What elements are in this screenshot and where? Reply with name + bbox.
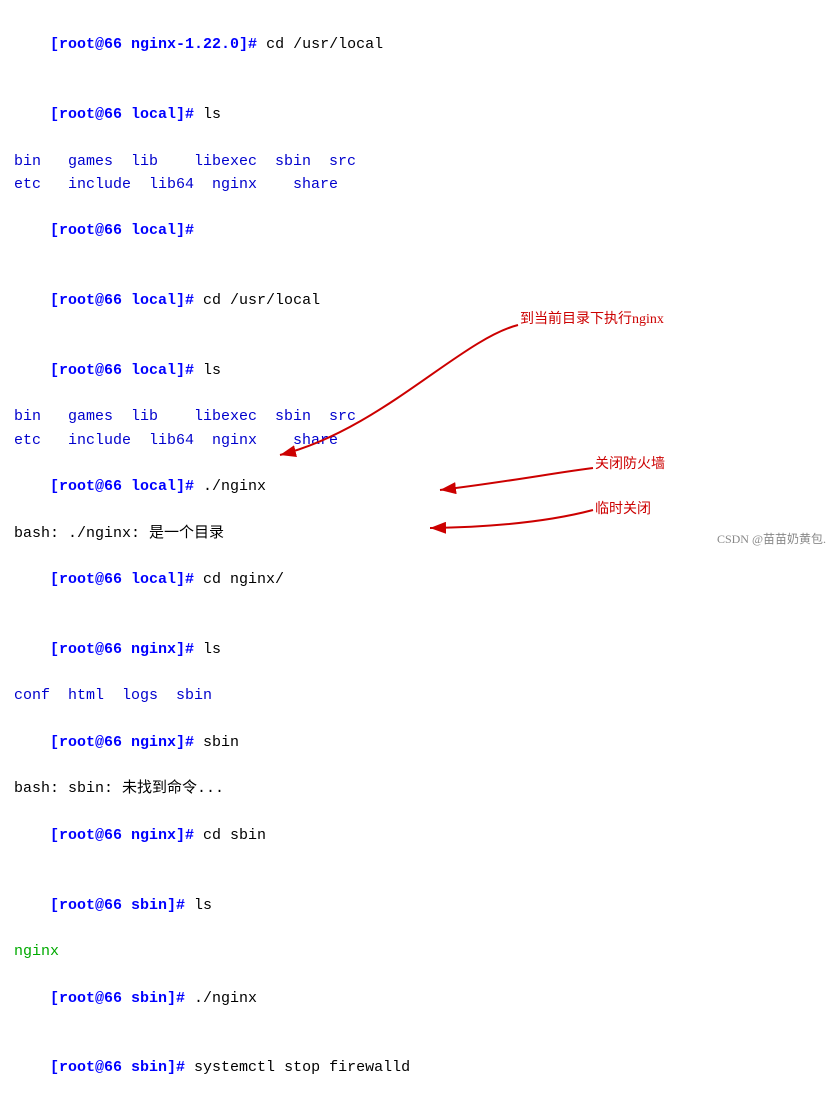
terminal-line: [root@66 nginx-1.22.0]# cd /usr/local bbox=[14, 10, 822, 80]
terminal-line: [root@66 sbin]# ./nginx bbox=[14, 963, 822, 1033]
terminal-line: [root@66 nginx]# ls bbox=[14, 615, 822, 685]
terminal-line: [root@66 local]# ls bbox=[14, 80, 822, 150]
terminal-output: etc include lib64 nginx share bbox=[14, 173, 822, 196]
annotation-run-nginx: 到当前目录下执行nginx bbox=[520, 308, 664, 328]
cmd: ls bbox=[194, 641, 221, 658]
prompt: [root@66 local]# bbox=[50, 292, 194, 309]
terminal-line: [root@66 local]# cd nginx/ bbox=[14, 545, 822, 615]
terminal-output: bash: ./nginx: 是一个目录 bbox=[14, 522, 822, 545]
prompt: [root@66 nginx]# bbox=[50, 641, 194, 658]
cmd: cd nginx/ bbox=[194, 571, 284, 588]
prompt: [root@66 sbin]# bbox=[50, 990, 185, 1007]
prompt: [root@66 nginx]# bbox=[50, 827, 194, 844]
terminal-line: [root@66 nginx]# sbin bbox=[14, 708, 822, 778]
terminal-output: bash: sbin: 未找到命令... bbox=[14, 777, 822, 800]
terminal-line: [root@66 local]# cd /usr/local bbox=[14, 266, 822, 336]
terminal-line: [root@66 local]# ls bbox=[14, 336, 822, 406]
prompt: [root@66 sbin]# bbox=[50, 897, 185, 914]
cmd: cd /usr/local bbox=[194, 292, 320, 309]
annotation-temp-close: 临时关闭 bbox=[595, 498, 651, 518]
cmd: ./nginx bbox=[194, 478, 266, 495]
prompt: [root@66 local]# bbox=[50, 106, 194, 123]
terminal-output: conf html logs sbin bbox=[14, 684, 822, 707]
prompt: [root@66 sbin]# bbox=[50, 1059, 185, 1076]
terminal-output: nginx bbox=[14, 940, 822, 963]
terminal-line: [root@66 local]# ./nginx bbox=[14, 452, 822, 522]
terminal-line: [root@66 nginx]# cd sbin bbox=[14, 801, 822, 871]
terminal-output: etc include lib64 nginx share bbox=[14, 429, 822, 452]
terminal-window: [root@66 nginx-1.22.0]# cd /usr/local [r… bbox=[0, 0, 836, 553]
cmd: ./nginx bbox=[185, 990, 257, 1007]
cmd: ls bbox=[194, 106, 221, 123]
terminal-line: [root@66 local]# bbox=[14, 196, 822, 266]
prompt: [root@66 local]# bbox=[50, 571, 194, 588]
cmd: ls bbox=[185, 897, 212, 914]
cmd: cd /usr/local bbox=[257, 36, 383, 53]
watermark: CSDN @苗苗奶黄包. bbox=[717, 530, 826, 547]
cmd: systemctl stop firewalld bbox=[185, 1059, 410, 1076]
terminal-line: [root@66 sbin]# ls bbox=[14, 870, 822, 940]
prompt: [root@66 nginx-1.22.0]# bbox=[50, 36, 257, 53]
cmd: ls bbox=[194, 362, 221, 379]
prompt: [root@66 local]# bbox=[50, 478, 194, 495]
annotation-close-firewall: 关闭防火墙 bbox=[595, 453, 665, 473]
prompt: [root@66 local]# bbox=[50, 362, 194, 379]
terminal-line: [root@66 sbin]# setenforce 0 bbox=[14, 1103, 822, 1106]
terminal-output: bin games lib libexec sbin src bbox=[14, 150, 822, 173]
prompt: [root@66 nginx]# bbox=[50, 734, 194, 751]
terminal-line: [root@66 sbin]# systemctl stop firewalld bbox=[14, 1033, 822, 1103]
prompt: [root@66 local]# bbox=[50, 222, 194, 239]
cmd: sbin bbox=[194, 734, 239, 751]
terminal-output: bin games lib libexec sbin src bbox=[14, 405, 822, 428]
cmd: cd sbin bbox=[194, 827, 266, 844]
